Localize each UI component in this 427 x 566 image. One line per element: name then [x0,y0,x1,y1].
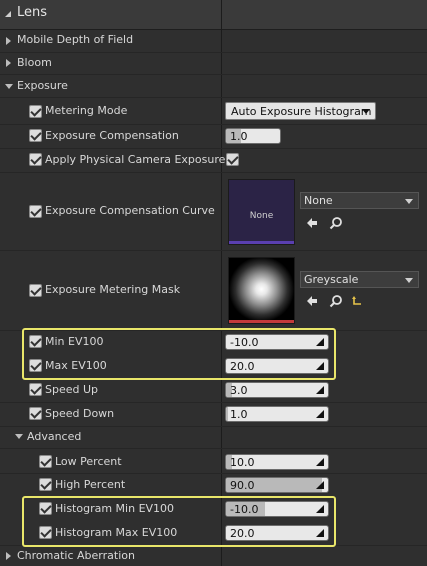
speed-up-checkbox[interactable] [29,383,42,396]
use-selected-arrow-icon[interactable] [305,294,319,308]
apply-physical-exposure-label: Apply Physical Camera Exposure [45,153,226,166]
mask-type-bar [229,320,294,323]
category-advanced[interactable]: Advanced [27,430,81,443]
mask-asset-dropdown[interactable]: Greyscale [300,271,419,288]
max-ev100-field[interactable]: 20.0 [225,358,329,374]
max-ev100-label: Max EV100 [45,359,107,372]
section-title: Lens [17,5,48,20]
browse-magnifier-icon[interactable] [329,294,343,308]
curve-type-bar [229,241,294,244]
apply-physical-exposure-override-checkbox[interactable] [29,153,42,166]
expand-arrow-icon[interactable] [6,37,11,45]
exposure-compensation-value: 1.0 [230,130,248,143]
column-splitter[interactable] [221,0,222,566]
speed-down-checkbox[interactable] [29,407,42,420]
min-ev100-checkbox[interactable] [29,335,42,348]
speed-up-label: Speed Up [45,383,99,396]
histogram-max-ev100-label: Histogram Max EV100 [55,526,178,539]
exposure-curve-label: Exposure Compensation Curve [45,204,215,217]
metering-mode-dropdown[interactable]: Auto Exposure Histogram [225,102,376,120]
expand-arrow-icon[interactable] [6,552,11,560]
curve-thumbnail-text: None [249,211,274,221]
min-ev100-label: Min EV100 [45,335,104,348]
resize-arrow-icon [316,458,324,466]
low-percent-field[interactable]: 10.0 [225,454,329,470]
curve-thumbnail[interactable]: None [228,179,295,245]
histogram-min-ev100-field[interactable]: -10.0 [225,501,329,517]
speed-up-field[interactable]: 3.0 [225,382,329,398]
expand-arrow-icon[interactable] [6,59,11,67]
collapse-triangle-icon[interactable] [5,11,11,17]
lens-section-header[interactable]: Lens [0,0,427,30]
category-mobile-depth-of-field[interactable]: Mobile Depth of Field [17,33,133,46]
low-percent-value: 10.0 [230,456,255,469]
min-ev100-value: -10.0 [230,336,259,349]
high-percent-field[interactable]: 90.0 [225,477,329,493]
metering-mode-value: Auto Exposure Histogram [231,105,372,118]
low-percent-label: Low Percent [55,455,122,468]
collapse-arrow-icon[interactable] [15,434,23,439]
category-exposure[interactable]: Exposure [17,79,68,92]
chevron-down-icon [405,199,413,204]
chevron-down-icon [405,278,413,283]
browse-magnifier-icon[interactable] [329,216,343,230]
resize-arrow-icon [316,362,324,370]
resize-arrow-icon [316,410,324,418]
max-ev100-checkbox[interactable] [29,359,42,372]
metering-mode-label: Metering Mode [45,104,128,117]
speed-down-field[interactable]: 1.0 [225,406,329,422]
chevron-down-icon [362,109,370,114]
metering-mask-checkbox[interactable] [29,284,42,297]
mask-asset-value: Greyscale [304,273,359,286]
min-ev100-field[interactable]: -10.0 [225,334,329,350]
resize-arrow-icon [316,338,324,346]
exposure-compensation-checkbox[interactable] [29,129,42,142]
speed-down-label: Speed Down [45,407,115,420]
high-percent-checkbox[interactable] [39,478,52,491]
exposure-curve-checkbox[interactable] [29,205,42,218]
category-chromatic-aberration[interactable]: Chromatic Aberration [17,549,135,562]
histogram-max-ev100-checkbox[interactable] [39,526,52,539]
histogram-min-ev100-value: -10.0 [230,503,259,516]
collapse-arrow-icon[interactable] [5,84,13,89]
metering-mask-label: Exposure Metering Mask [45,283,181,296]
category-bloom[interactable]: Bloom [17,56,52,69]
resize-arrow-icon [316,505,324,513]
exposure-compensation-field[interactable]: 1.0 [225,128,281,144]
high-percent-label: High Percent [55,478,126,491]
speed-up-value: 3.0 [230,384,248,397]
histogram-max-ev100-value: 20.0 [230,527,255,540]
resize-arrow-icon [316,386,324,394]
low-percent-checkbox[interactable] [39,455,52,468]
curve-asset-value: None [304,194,333,207]
reset-to-default-icon[interactable] [350,294,364,308]
exposure-compensation-label: Exposure Compensation [45,129,179,142]
use-selected-arrow-icon[interactable] [305,216,319,230]
curve-asset-dropdown[interactable]: None [300,192,419,209]
histogram-min-ev100-label: Histogram Min EV100 [55,502,175,515]
histogram-max-ev100-field[interactable]: 20.0 [225,525,329,541]
apply-physical-exposure-value-checkbox[interactable] [226,153,239,166]
resize-arrow-icon [316,481,324,489]
resize-arrow-icon [316,529,324,537]
histogram-min-ev100-checkbox[interactable] [39,502,52,515]
metering-mode-checkbox[interactable] [29,105,42,118]
high-percent-value: 90.0 [230,479,255,492]
max-ev100-value: 20.0 [230,360,255,373]
speed-down-value: 1.0 [230,408,248,421]
mask-thumbnail[interactable] [228,257,295,324]
